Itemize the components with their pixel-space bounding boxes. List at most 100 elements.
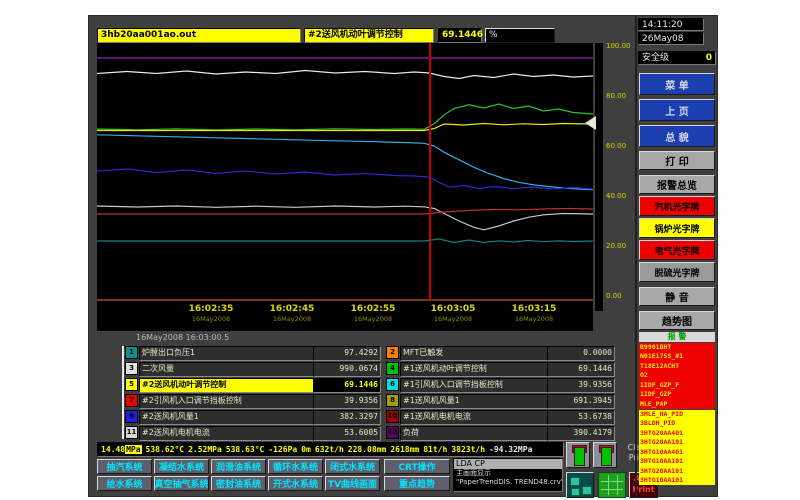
alarm-item[interactable]: N01E175S_#1 xyxy=(639,352,715,361)
toolbar-button[interactable]: 循环水系统 xyxy=(268,459,323,474)
status-value: 632t/h xyxy=(315,445,344,454)
alarm-item[interactable]: 1IDF_GZP xyxy=(639,390,715,399)
legend-chip: 10 xyxy=(386,410,399,423)
message-selected-line[interactable]: LDA CP xyxy=(454,459,562,469)
legend-label[interactable]: #1引风机入口调节挡板控制 xyxy=(400,378,551,393)
scale-scrollbar[interactable] xyxy=(595,43,603,311)
toolbar-side-button[interactable]: 重点趋势 xyxy=(384,476,450,491)
legend-label[interactable]: 负荷 xyxy=(400,426,551,441)
toolbar-button[interactable]: 密封油系统 xyxy=(211,476,266,491)
toolbar-button[interactable]: 开式水系统 xyxy=(268,476,323,491)
toolbar-button[interactable]: 润滑油系统 xyxy=(211,459,266,474)
security-level-bar: 安全级 0 xyxy=(638,51,716,65)
message-area: LDA CP 主画面显示 "PaperTrendDIS. TREND48.crv… xyxy=(453,458,563,492)
legend-value: 390.4179 xyxy=(547,426,615,441)
legend-value: 0.0000 xyxy=(547,346,615,361)
y-axis-label: 60.00 xyxy=(606,142,626,150)
alarm-list-red: B9901BHTN01E175S_#1T18E12ACHTO21IDF_GZP_… xyxy=(639,343,715,409)
pump-indicator-icon[interactable] xyxy=(566,442,590,468)
dcs-trend-window: 3hb20aa001ao.out #2送风机动叶调节控制 69.1446 % 1… xyxy=(88,15,718,497)
trend-value-field: 69.1446 xyxy=(438,28,482,43)
toolbar-button[interactable]: 抽汽系统 xyxy=(97,459,152,474)
alarm-item[interactable]: B9901BHT xyxy=(639,343,715,352)
security-level-value: 0 xyxy=(706,52,712,64)
trend-line-炉膛出口负压1 xyxy=(97,239,593,243)
legend-label[interactable]: #1送风机电机电流 xyxy=(400,410,551,425)
alarm-item[interactable]: 3HTG20AA101 xyxy=(639,467,715,476)
pump-indicator-icon[interactable] xyxy=(593,442,617,468)
annunciator-button[interactable]: 锅炉光字牌 xyxy=(639,218,715,238)
toolbar-button[interactable]: 给水系统 xyxy=(97,476,152,491)
legend-row: 10#1送风机电机电流53.6738 xyxy=(89,410,719,423)
legend-chip: 4 xyxy=(386,362,399,375)
alarm-item[interactable]: 3HTG20AA101 xyxy=(639,438,715,447)
toolbar-button[interactable]: 凝结水系统 xyxy=(154,459,209,474)
x-tick-time: 16:02:55 xyxy=(351,304,396,314)
status-unit-highlight: MPa xyxy=(125,445,141,454)
sidebar-button-1[interactable]: 菜 单 xyxy=(639,73,715,95)
alarm-item[interactable]: 3HTG20AA401 xyxy=(639,429,715,438)
trend-tag-field[interactable]: 3hb20aa001ao.out xyxy=(97,28,301,43)
legend-chip: 2 xyxy=(386,346,399,359)
alarm-item[interactable]: 3MLE_HA_PID xyxy=(639,410,715,419)
legend-row: 4#1送风机动叶调节控制69.1446 xyxy=(89,362,719,375)
status-value: 81t/h xyxy=(423,445,447,454)
status-strip: 14.48MPa538.62°C2.52MPa538.63°C-126Pa0m6… xyxy=(97,442,564,457)
alarm-item[interactable]: MLE_PAP xyxy=(639,400,715,409)
trend-title-field[interactable]: #2送风机动叶调节控制 xyxy=(304,28,434,43)
alarm-list-yellow: 3MLE_HA_PID3BLDH_PID3HTG20AA4013HTG20AA1… xyxy=(639,410,715,485)
sidebar-tool-button[interactable]: 趋势图 xyxy=(639,311,715,330)
sidebar-divider xyxy=(635,16,637,498)
y-axis-label: 20.00 xyxy=(606,242,626,250)
sidebar-button-3[interactable]: 总 貌 xyxy=(639,125,715,147)
status-value: -94.32MPa xyxy=(489,445,532,454)
message-line-3: "PaperTrendDIS. TREND48.crv" xyxy=(454,478,562,487)
legend-value: 39.9356 xyxy=(547,378,615,393)
status-value: 0m xyxy=(301,445,311,454)
sidebar-button-4[interactable]: 打 印 xyxy=(639,151,715,170)
logic-diagram-icon[interactable] xyxy=(566,472,594,498)
alarm-item[interactable]: 3HTG10AA401 xyxy=(639,448,715,457)
annunciator-button[interactable]: 脱硫光字牌 xyxy=(639,262,715,282)
x-tick-date: 16May2008 xyxy=(273,315,311,323)
clock-date: 26May08 xyxy=(638,32,704,45)
trend-chart[interactable]: 16:02:3516May200816:02:4516May200816:02:… xyxy=(97,43,593,331)
legend-label[interactable]: MFT已触发 xyxy=(400,346,551,361)
alarm-item[interactable]: 3BLDH_PID xyxy=(639,419,715,428)
status-value: 3823t/h xyxy=(451,445,485,454)
sidebar-button-2[interactable]: 上 页 xyxy=(639,99,715,121)
alarm-item[interactable]: 3HTG10AA101 xyxy=(639,457,715,466)
status-value: 2.52MPa xyxy=(188,445,222,454)
annunciator-button[interactable]: 电气光字牌 xyxy=(639,240,715,260)
legend-chip: 12 xyxy=(386,426,399,439)
annunciator-button[interactable]: 汽机光字牌 xyxy=(639,196,715,216)
toolbar-button[interactable]: 闭式水系统 xyxy=(325,459,380,474)
status-value: -126Pa xyxy=(268,445,297,454)
alarm-item[interactable]: O2 xyxy=(639,371,715,380)
toolbar-button[interactable]: 真空抽气系统 xyxy=(154,476,209,491)
status-value: 14.48MPa xyxy=(101,445,142,454)
legend-row: 2MFT已触发0.0000 xyxy=(89,346,719,359)
x-tick-date: 16May2008 xyxy=(354,315,392,323)
alarm-item[interactable]: 1IDF_GZP_F xyxy=(639,381,715,390)
grid-display-icon[interactable] xyxy=(598,472,626,498)
alarm-item[interactable]: 3HTG10AA101 xyxy=(639,476,715,485)
trend-line-二次风量 xyxy=(97,71,593,79)
legend-row: 12负荷390.4179 xyxy=(89,426,719,439)
scale-pointer-icon[interactable] xyxy=(585,116,596,130)
y-axis-label: 40.00 xyxy=(606,192,626,200)
toolbar-side-button[interactable]: CRT操作 xyxy=(384,459,450,474)
trend-unit-field: % xyxy=(485,28,555,43)
sidebar-button-5[interactable]: 报警总览 xyxy=(639,175,715,194)
message-line-2: 主画面显示 xyxy=(454,469,562,478)
trend-plot xyxy=(97,46,593,296)
x-tick-date: 16May2008 xyxy=(192,315,230,323)
legend-label[interactable]: #1送风机风量1 xyxy=(400,394,551,409)
x-tick-date: 16May2008 xyxy=(434,315,472,323)
sidebar-tool-button[interactable]: 静 音 xyxy=(639,287,715,306)
trend-cursor-line[interactable] xyxy=(429,43,431,299)
legend-label[interactable]: #1送风机动叶调节控制 xyxy=(400,362,551,377)
alarm-item[interactable]: T18E12ACHT xyxy=(639,362,715,371)
screen: 3hb20aa001ao.out #2送风机动叶调节控制 69.1446 % 1… xyxy=(0,0,800,500)
toolbar-button[interactable]: TV曲线画面 xyxy=(325,476,380,491)
